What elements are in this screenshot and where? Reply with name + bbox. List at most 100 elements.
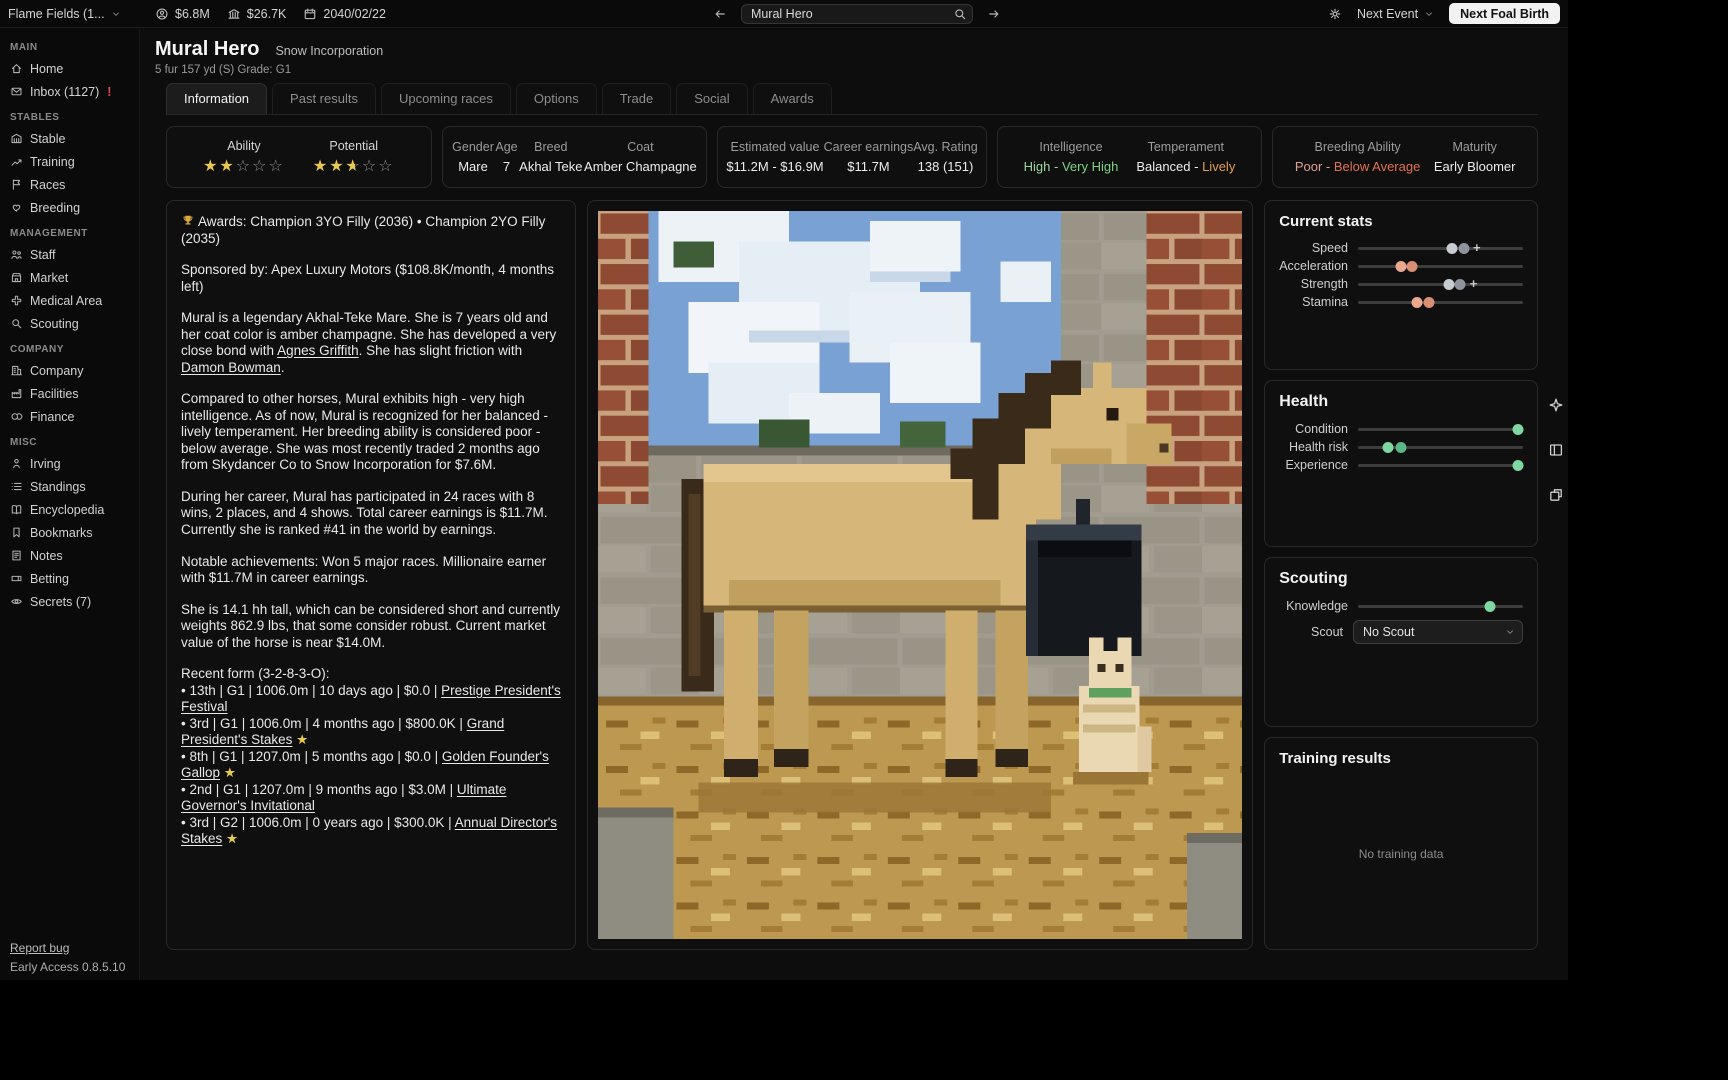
nav-back-button[interactable]	[713, 7, 727, 21]
sidebar-item-irving[interactable]: Irving	[0, 452, 139, 475]
scouting-title: Scouting	[1279, 570, 1523, 588]
gear-icon	[1328, 7, 1342, 21]
export-button[interactable]	[1547, 486, 1565, 504]
sidebar-item-betting[interactable]: Betting	[0, 567, 139, 590]
nav-forward-button[interactable]	[987, 7, 1001, 21]
sidebar-item-training[interactable]: Training	[0, 150, 139, 173]
sidebar-item-medical-area[interactable]: Medical Area	[0, 289, 139, 312]
settings-gear-button[interactable]	[1328, 7, 1342, 21]
major-race-star-icon: ★	[226, 831, 238, 846]
app-window: Flame Fields (1... $6.8M $26.7K 2040/02/…	[0, 0, 1568, 980]
tab-trade[interactable]: Trade	[602, 83, 671, 114]
office-building-icon	[10, 364, 23, 377]
arrow-left-icon	[713, 7, 727, 21]
recent-form-entry: • 2nd | G1 | 1207.0m | 9 months ago | $3…	[181, 782, 561, 815]
main-content: Mural Hero Snow Incorporation 5 fur 157 …	[141, 29, 1568, 980]
sidebar-item-finance[interactable]: Finance	[0, 405, 139, 428]
tab-awards[interactable]: Awards	[753, 83, 832, 114]
horse-portrait-panel	[587, 200, 1253, 950]
sidebar-item-scouting[interactable]: Scouting	[0, 312, 139, 335]
report-bug-link[interactable]: Report bug	[10, 941, 125, 955]
traits-paragraph: Compared to other horses, Mural exhibits…	[181, 391, 561, 474]
chevron-down-icon	[1505, 627, 1515, 637]
potential-label: Potential	[313, 139, 395, 153]
sidebar-item-breeding[interactable]: Breeding	[0, 196, 139, 219]
value-card: Estimated value$11.2M - $16.9M Career ea…	[717, 126, 986, 188]
identity-card: GenderMare Age7 BreedAkhal Teke CoatAmbe…	[442, 126, 708, 188]
recent-form: Recent form (3-2-8-3-O): • 13th | G1 | 1…	[181, 666, 561, 848]
search-icon[interactable]	[953, 7, 967, 21]
sidebar-item-inbox[interactable]: Inbox (1127) !	[0, 80, 139, 103]
next-event-dropdown[interactable]: Next Event	[1357, 7, 1434, 21]
company-cash: $26.7K	[227, 7, 287, 21]
next-foal-birth-button[interactable]: Next Foal Birth	[1449, 3, 1560, 24]
page-title: Mural Hero	[155, 38, 259, 61]
sidebar-item-stable[interactable]: Stable	[0, 127, 139, 150]
sidebar-item-bookmarks[interactable]: Bookmarks	[0, 521, 139, 544]
tab-past-results[interactable]: Past results	[272, 83, 376, 114]
sidebar-item-notes[interactable]: Notes	[0, 544, 139, 567]
summary-cards: Ability ★★☆☆☆ Potential ★★★☆☆☆ GenderMar…	[166, 126, 1538, 188]
temperament-value: Balanced - Lively	[1136, 159, 1235, 174]
tab-options[interactable]: Options	[516, 83, 597, 114]
sidebar-item-races[interactable]: Races	[0, 173, 139, 196]
search-input[interactable]	[741, 4, 973, 24]
current-stats-card: Current stats Speed+ Acceleration Streng…	[1264, 200, 1538, 370]
sidebar-item-standings[interactable]: Standings	[0, 475, 139, 498]
building-icon	[227, 7, 241, 21]
tab-information[interactable]: Information	[166, 83, 267, 114]
current-stats-title: Current stats	[1279, 213, 1523, 230]
sidebar-item-market[interactable]: Market	[0, 266, 139, 289]
maturity-value: Early Bloomer	[1434, 159, 1516, 174]
people-icon	[10, 248, 23, 261]
sidebar-item-secrets[interactable]: Secrets (7)	[0, 590, 139, 613]
condition-slider	[1358, 422, 1523, 436]
sidebar-item-encyclopedia[interactable]: Encyclopedia	[0, 498, 139, 521]
arrow-right-icon	[987, 7, 1001, 21]
sidebar-section-misc: MISC	[0, 437, 139, 448]
stable-select[interactable]: Flame Fields (1...	[8, 7, 138, 21]
speed-slider: +	[1358, 241, 1523, 255]
effects-button[interactable]	[1547, 396, 1565, 414]
recent-form-heading: Recent form (3-2-8-3-O):	[181, 666, 561, 683]
bio-paragraph: Mural is a legendary Akhal-Teke Mare. Sh…	[181, 310, 561, 376]
stable-select-label: Flame Fields (1...	[8, 7, 105, 21]
sidebar-item-company[interactable]: Company	[0, 359, 139, 382]
no-training-data-label: No training data	[1279, 847, 1523, 861]
medical-cross-icon	[10, 294, 23, 307]
sidebar-item-home[interactable]: Home	[0, 57, 139, 80]
training-results-title: Training results	[1279, 750, 1523, 767]
bookmark-icon	[10, 526, 23, 539]
major-race-star-icon: ★	[296, 732, 308, 747]
career-earnings-value: $11.7M	[824, 159, 914, 174]
coins-icon	[10, 410, 23, 423]
career-paragraph: During her career, Mural has participate…	[181, 489, 561, 539]
heart-icon	[10, 201, 23, 214]
ability-stars: ★★☆☆☆	[203, 158, 285, 176]
race-spec-subtitle: 5 fur 157 yd (S) Grade: G1	[155, 64, 1568, 76]
tab-social[interactable]: Social	[676, 83, 747, 114]
inbox-alert-icon: !	[107, 85, 111, 99]
sidebar-section-management: MANAGEMENT	[0, 228, 139, 239]
tab-upcoming-races[interactable]: Upcoming races	[381, 83, 511, 114]
major-race-star-icon: ★	[224, 765, 236, 780]
company-cash-value: $26.7K	[247, 7, 287, 21]
sidebar-item-facilities[interactable]: Facilities	[0, 382, 139, 405]
bond-person-link[interactable]: Agnes Griffith	[277, 343, 359, 358]
stamina-slider	[1358, 295, 1523, 309]
sidebar-item-staff[interactable]: Staff	[0, 243, 139, 266]
layout-button[interactable]	[1547, 441, 1565, 459]
size-paragraph: She is 14.1 hh tall, which can be consid…	[181, 602, 561, 652]
training-results-card: Training results No training data	[1264, 737, 1538, 950]
age-value: 7	[495, 159, 517, 174]
scout-select[interactable]: No Scout	[1353, 620, 1523, 644]
ability-label: Ability	[203, 139, 285, 153]
health-risk-slider	[1358, 440, 1523, 454]
sponsor-line: Sponsored by: Apex Luxury Motors ($108.8…	[181, 262, 561, 295]
gender-value: Mare	[452, 159, 494, 174]
coat-value: Amber Champagne	[584, 159, 697, 174]
version-label: Early Access 0.8.5.10	[10, 960, 125, 974]
awards-line: Awards: Champion 3YO Filly (2036) • Cham…	[181, 214, 561, 247]
friction-person-link[interactable]: Damon Bowman	[181, 360, 281, 375]
recent-form-entry: • 13th | G1 | 1006.0m | 10 days ago | $0…	[181, 683, 561, 716]
